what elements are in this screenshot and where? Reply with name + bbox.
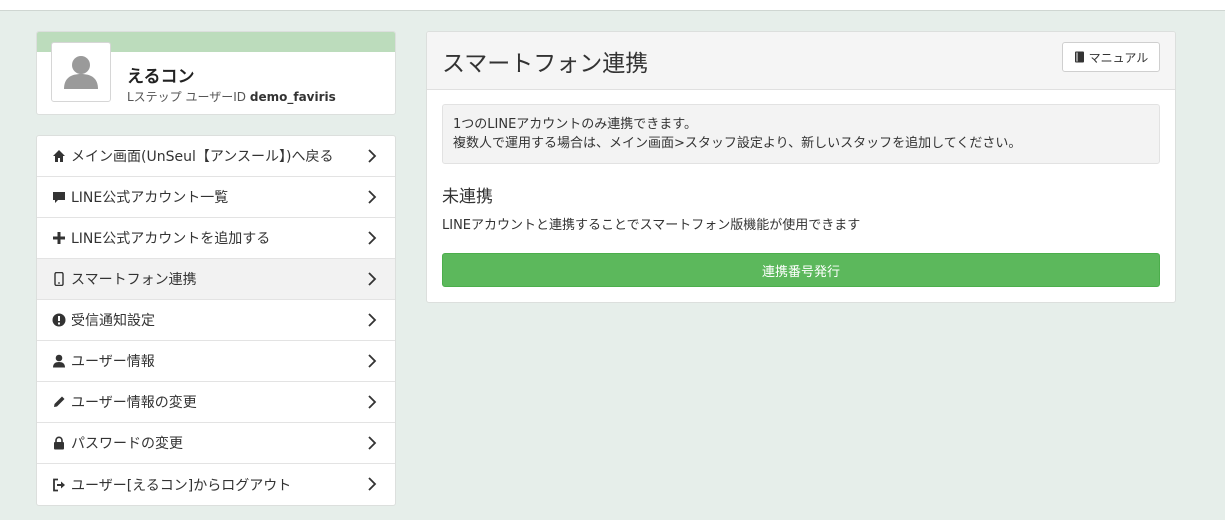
- link-status-title: 未連携: [442, 187, 493, 207]
- manual-button-label: マニュアル: [1088, 50, 1149, 65]
- top-bar: [0, 0, 1225, 11]
- link-status-description: LINEアカウントと連携することでスマートフォン版機能が使用できます: [442, 218, 861, 233]
- chevron-right-icon: [368, 436, 377, 450]
- menu-item-main-screen[interactable]: メイン画面(UnSeul【アンスール】)へ戻る: [37, 136, 395, 177]
- exclamation-circle-icon: [51, 312, 67, 328]
- info-notice: 1つのLINEアカウントのみ連携できます。 複数人で運用する場合は、メイン画面>…: [442, 104, 1160, 164]
- profile-sub-prefix: Lステップ ユーザーID: [127, 90, 247, 104]
- home-icon: [51, 148, 67, 164]
- comment-icon: [51, 189, 67, 205]
- avatar: [51, 42, 111, 102]
- notice-line-2: 複数人で運用する場合は、メイン画面>スタッフ設定より、新しいスタッフを追加してく…: [453, 136, 1022, 151]
- manual-button[interactable]: マニュアル: [1062, 42, 1160, 72]
- menu-item-add-line-account[interactable]: LINE公式アカウントを追加する: [37, 218, 395, 259]
- chevron-right-icon: [368, 395, 377, 409]
- plus-icon: [51, 230, 67, 246]
- chevron-right-icon: [368, 149, 377, 163]
- chevron-right-icon: [368, 477, 377, 491]
- menu-item-label: ユーザー[えるコン]からログアウト: [71, 477, 292, 494]
- profile-user-id: Lステップ ユーザーID demo_faviris: [127, 88, 336, 105]
- menu-item-label: 受信通知設定: [71, 313, 155, 329]
- issue-link-number-button[interactable]: 連携番号発行: [442, 253, 1160, 287]
- menu-item-label: LINE公式アカウントを追加する: [71, 231, 271, 247]
- chevron-right-icon: [368, 313, 377, 327]
- menu-item-label: パスワードの変更: [71, 436, 183, 452]
- side-menu: メイン画面(UnSeul【アンスール】)へ戻る LINE公式アカウント一覧 LI…: [36, 135, 396, 506]
- menu-item-logout[interactable]: ユーザー[えるコン]からログアウト: [37, 464, 395, 505]
- book-icon: [1074, 51, 1084, 63]
- chevron-right-icon: [368, 190, 377, 204]
- menu-item-notification-settings[interactable]: 受信通知設定: [37, 300, 395, 341]
- smartphone-icon: [51, 271, 67, 287]
- menu-item-label: ユーザー情報: [71, 354, 155, 370]
- profile-user-id-value: demo_faviris: [249, 90, 336, 104]
- logout-icon: [51, 477, 67, 493]
- menu-item-label: メイン画面(UnSeul【アンスール】)へ戻る: [71, 149, 334, 165]
- chevron-right-icon: [368, 231, 377, 245]
- user-avatar-icon: [64, 56, 98, 89]
- menu-item-line-accounts[interactable]: LINE公式アカウント一覧: [37, 177, 395, 218]
- chevron-right-icon: [368, 272, 377, 286]
- menu-item-edit-user-info[interactable]: ユーザー情報の変更: [37, 382, 395, 423]
- chevron-right-icon: [368, 354, 377, 368]
- smartphone-link-panel: スマートフォン連携 マニュアル 1つのLINEアカウントのみ連携できます。 複数…: [426, 31, 1176, 303]
- menu-item-label: ユーザー情報の変更: [71, 395, 197, 411]
- profile-card: えるコン Lステップ ユーザーID demo_faviris: [36, 31, 396, 115]
- page-title: スマートフォン連携: [442, 51, 649, 77]
- menu-item-label: スマートフォン連携: [71, 272, 197, 288]
- menu-item-label: LINE公式アカウント一覧: [71, 190, 229, 206]
- lock-icon: [51, 435, 67, 451]
- user-icon: [51, 353, 67, 369]
- profile-name: えるコン: [127, 67, 195, 87]
- menu-item-user-info[interactable]: ユーザー情報: [37, 341, 395, 382]
- panel-header: スマートフォン連携 マニュアル: [427, 32, 1175, 90]
- menu-item-smartphone-link[interactable]: スマートフォン連携: [37, 259, 395, 300]
- menu-item-change-password[interactable]: パスワードの変更: [37, 423, 395, 464]
- notice-line-1: 1つのLINEアカウントのみ連携できます。: [453, 117, 697, 132]
- pencil-icon: [51, 394, 67, 410]
